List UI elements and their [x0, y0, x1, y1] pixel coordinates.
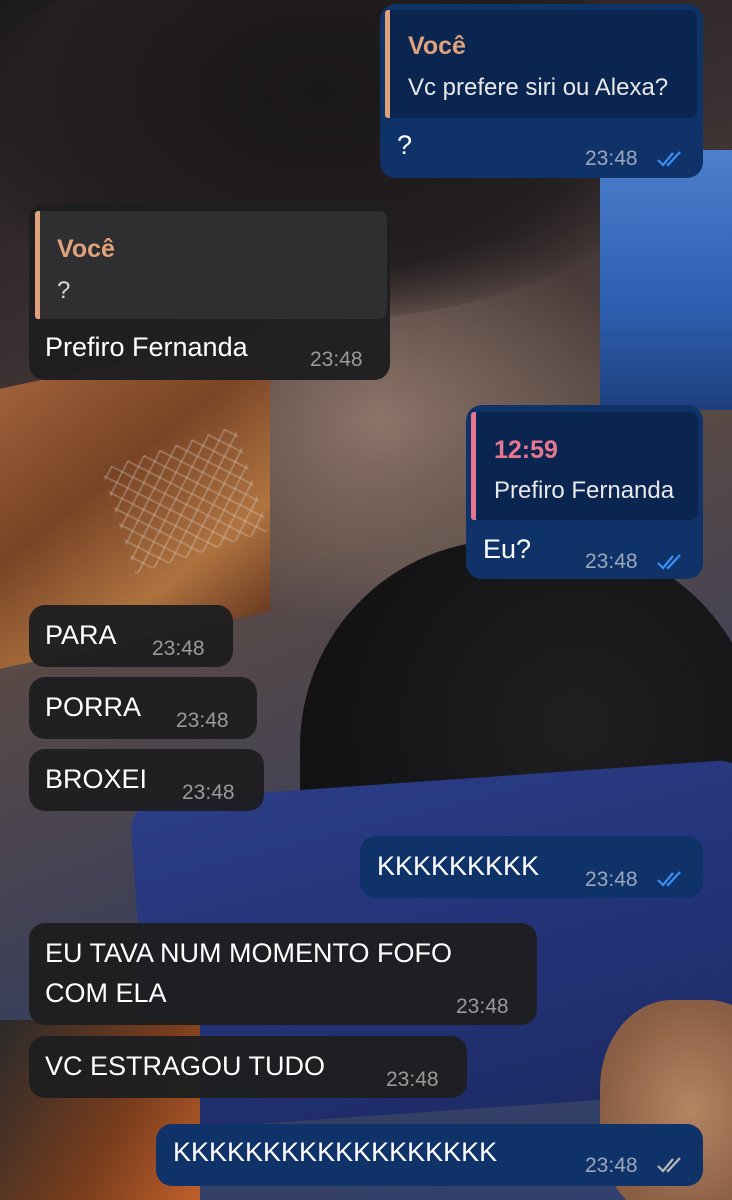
message-time: 23:48	[182, 781, 235, 804]
message-time: 23:48	[585, 1154, 638, 1177]
message-time: 23:48	[456, 995, 509, 1018]
double-check-read-icon	[657, 554, 681, 570]
reply-sender-name: Você	[57, 235, 115, 263]
message-time: 23:48	[152, 637, 205, 660]
message-text: Eu?	[483, 534, 532, 564]
message-bubble-incoming[interactable]: BROXEI 23:48	[29, 749, 264, 811]
message-text-line-1: EU TAVA NUM MOMENTO FOFO	[45, 938, 453, 968]
message-bubble-incoming[interactable]: Você ? Prefiro Fernanda 23:48	[29, 203, 390, 380]
message-bubble-incoming[interactable]: PORRA 23:48	[29, 677, 257, 739]
message-text: PARA	[45, 620, 117, 650]
message-text: VC ESTRAGOU TUDO	[45, 1051, 326, 1081]
reply-quote-bar	[471, 412, 476, 520]
message-time: 23:48	[585, 868, 638, 891]
reply-quote[interactable]: Você Vc prefere siri ou Alexa?	[385, 10, 697, 118]
message-bubble-incoming[interactable]: PARA 23:48	[29, 605, 233, 667]
message-text: BROXEI	[45, 764, 148, 794]
double-check-read-icon	[657, 871, 681, 887]
reply-text: ?	[57, 277, 71, 304]
reply-quote-bar	[385, 10, 390, 118]
message-text: KKKKKKKKKKKKKKKKKK	[173, 1137, 498, 1167]
message-bubble-outgoing[interactable]: 12:59 Prefiro Fernanda Eu? 23:48	[466, 405, 703, 579]
message-bubble-incoming[interactable]: EU TAVA NUM MOMENTO FOFO COM ELA 23:48	[29, 923, 537, 1025]
reply-quote[interactable]: Você ?	[35, 211, 387, 319]
double-check-delivered-icon	[657, 1157, 681, 1173]
message-text: ?	[397, 130, 413, 160]
reply-text: Vc prefere siri ou Alexa?	[408, 74, 669, 101]
message-bubble-outgoing[interactable]: Você Vc prefere siri ou Alexa? ? 23:48	[380, 4, 703, 178]
message-text: KKKKKKKKK	[377, 851, 540, 881]
reply-text: Prefiro Fernanda	[494, 477, 675, 504]
message-bubble-incoming[interactable]: VC ESTRAGOU TUDO 23:48	[29, 1036, 467, 1098]
double-check-read-icon	[657, 151, 681, 167]
reply-quote[interactable]: 12:59 Prefiro Fernanda	[471, 412, 698, 520]
message-bubble-outgoing[interactable]: KKKKKKKKK 23:48	[360, 836, 703, 898]
message-time: 23:48	[176, 709, 229, 732]
reply-sender-name: Você	[408, 32, 466, 60]
message-time: 23:48	[310, 348, 363, 371]
message-time: 23:48	[585, 550, 638, 573]
message-bubble-outgoing[interactable]: KKKKKKKKKKKKKKKKKK 23:48	[156, 1124, 703, 1186]
message-text: Prefiro Fernanda	[45, 332, 248, 362]
message-text-line-2: COM ELA	[45, 978, 167, 1008]
message-time: 23:48	[386, 1068, 439, 1091]
message-time: 23:48	[585, 147, 638, 170]
reply-sender-name: 12:59	[494, 436, 558, 464]
message-text: PORRA	[45, 692, 142, 722]
reply-quote-bar	[35, 211, 40, 319]
